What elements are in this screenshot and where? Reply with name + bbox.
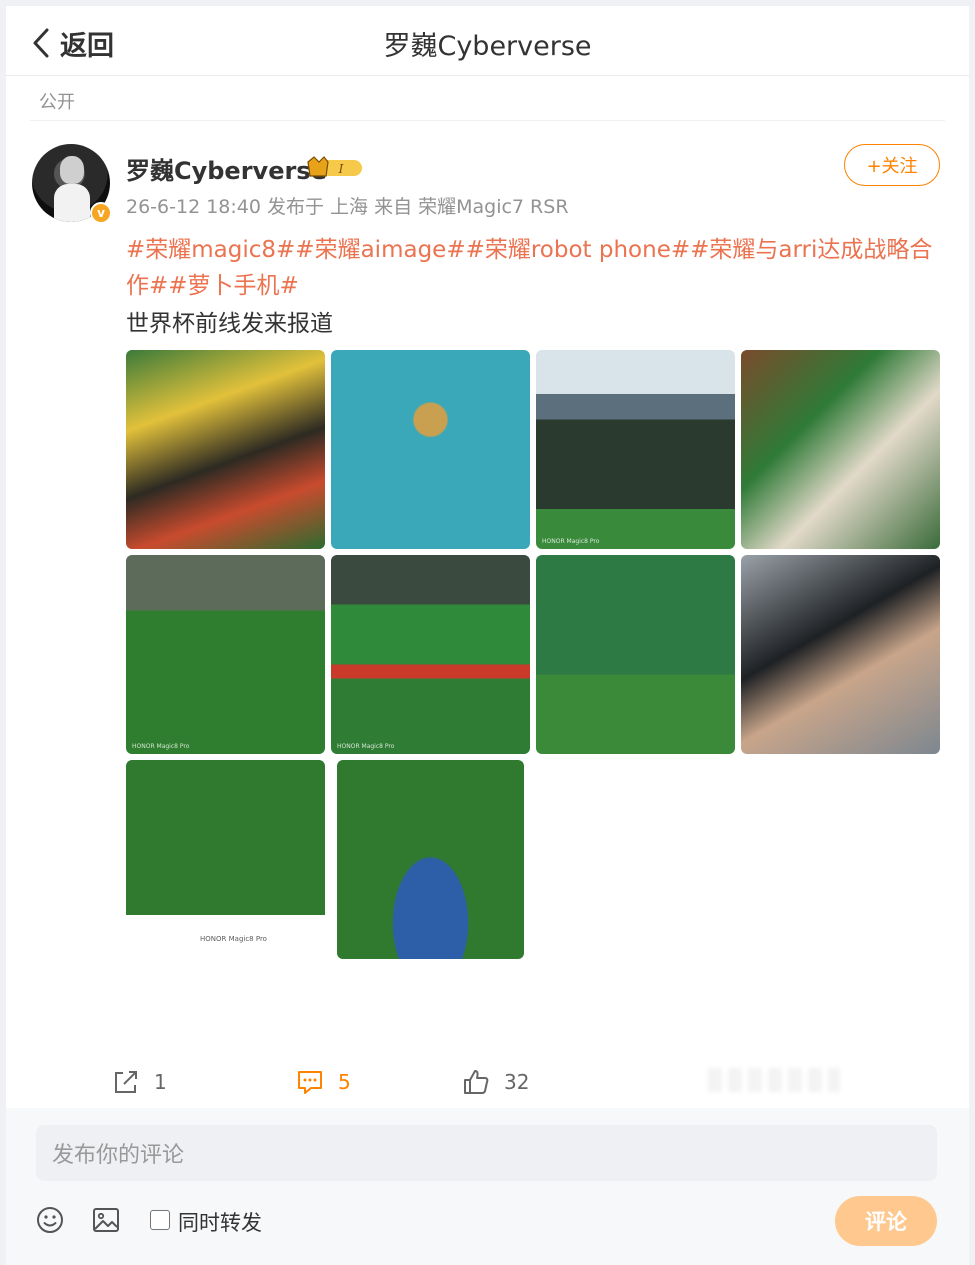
image-thumb-2[interactable] <box>331 350 530 549</box>
image-caption: HONOR Magic8 Pro <box>337 743 395 750</box>
action-bar: 1 5 32 <box>6 1062 969 1102</box>
page-title: 罗巍Cyberverse <box>383 31 592 62</box>
like-button[interactable]: 32 <box>462 1062 529 1102</box>
comment-icon <box>298 1071 322 1094</box>
emoji-icon[interactable] <box>34 1204 66 1236</box>
follow-button[interactable]: +关注 <box>844 144 940 186</box>
divider <box>30 120 945 121</box>
visibility-label: 公开 <box>39 92 75 113</box>
image-caption: HONOR Magic8 Pro <box>132 743 190 750</box>
post-meta: 26-6-12 18:40 发布于 上海 来自 荣耀Magic7 RSR <box>126 196 569 218</box>
member-level-badge-icon: I <box>307 156 362 177</box>
repost-label: 同时转发 <box>178 1211 262 1235</box>
author-name[interactable]: 罗巍Cyberverse <box>126 151 327 186</box>
image-icon[interactable] <box>90 1204 122 1236</box>
comment-button[interactable]: 5 <box>296 1062 351 1102</box>
blurred-extra-actions <box>708 1068 840 1092</box>
avatar-body-shape <box>54 184 90 222</box>
like-count: 32 <box>504 1070 530 1094</box>
image-thumb-5[interactable]: HONOR Magic8 Pro <box>126 555 325 754</box>
share-count: 1 <box>154 1070 167 1094</box>
top-bar: 返回 罗巍Cyberverse <box>6 6 969 76</box>
image-caption: HONOR Magic8 Pro <box>542 538 600 545</box>
repost-checkbox[interactable] <box>150 1210 170 1230</box>
weibo-post-page: 返回 罗巍Cyberverse 公开 v 罗巍Cyberverse I +关注 … <box>6 6 969 1265</box>
submit-comment-button[interactable]: 评论 <box>835 1196 937 1246</box>
hashtag-line[interactable]: #荣耀magic8##荣耀aimage##荣耀robot phone##荣耀与a… <box>126 232 936 304</box>
post-text: 世界杯前线发来报道 <box>126 311 333 337</box>
verified-badge-icon: v <box>90 202 112 224</box>
comment-count: 5 <box>338 1070 351 1094</box>
member-level-text: I <box>338 162 344 176</box>
image-thumb-7[interactable] <box>536 555 735 754</box>
image-thumb-8[interactable] <box>741 555 940 754</box>
thumbs-up-icon <box>464 1070 489 1094</box>
image-thumb-4[interactable] <box>741 350 940 549</box>
comment-input[interactable]: 发布你的评论 <box>36 1125 937 1181</box>
image-thumb-3[interactable]: HONOR Magic8 Pro <box>536 350 735 549</box>
image-thumb-1[interactable] <box>126 350 325 549</box>
share-icon <box>115 1071 137 1093</box>
avatar-head-shape <box>60 156 84 184</box>
image-thumb-9[interactable]: HONOR Magic8 Pro <box>126 760 325 959</box>
image-thumb-6[interactable]: HONOR Magic8 Pro <box>331 555 530 754</box>
image-thumb-10[interactable] <box>337 760 524 959</box>
image-caption: HONOR Magic8 Pro <box>200 935 267 943</box>
share-button[interactable]: 1 <box>112 1062 167 1102</box>
